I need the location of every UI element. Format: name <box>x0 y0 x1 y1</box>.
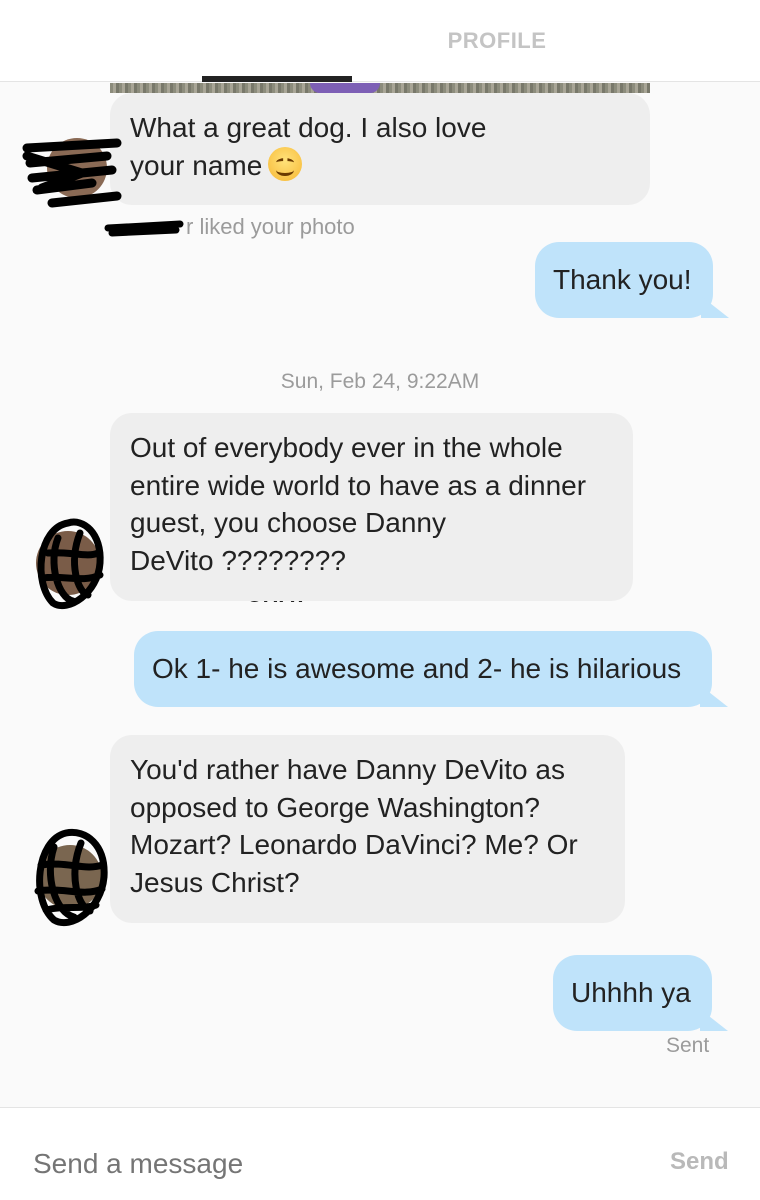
message-line: You'd rather have Danny DeVito as <box>130 754 565 785</box>
message-line: guest, you choose Danny <box>130 507 446 538</box>
outgoing-message: Thank you! <box>535 242 713 318</box>
tab-profile[interactable]: PROFILE <box>422 0 572 82</box>
redacted-name <box>104 216 184 240</box>
message-text: Uhhhh ya <box>571 977 691 1008</box>
shared-photo-preview[interactable] <box>110 83 650 93</box>
redacted-avatar[interactable] <box>22 128 122 213</box>
message-line: opposed to George Washington? <box>130 791 540 823</box>
incoming-message: You'd rather have Danny DeVito as oppose… <box>110 735 625 923</box>
message-input[interactable] <box>33 1148 633 1180</box>
message-text: Ok 1- he is awesome and 2- he is hilario… <box>152 653 682 684</box>
incoming-message: Out of everybody ever in the whole entir… <box>110 413 633 601</box>
incoming-message: What a great dog. I also love your name <box>110 93 650 205</box>
redacted-avatar[interactable] <box>28 513 108 613</box>
message-line: Out of everybody ever in the whole <box>130 432 563 463</box>
message-text: Thank you! <box>553 264 692 295</box>
message-composer: Send <box>0 1107 760 1200</box>
tab-bar: CHAT PROFILE <box>0 0 760 607</box>
message-line: DeVito ???????? <box>130 544 346 576</box>
smiling-face-icon <box>268 146 303 181</box>
send-button[interactable]: Send <box>670 1148 729 1176</box>
message-timestamp: Sun, Feb 24, 9:22AM <box>280 370 480 393</box>
outgoing-message: Uhhhh ya <box>553 955 712 1031</box>
message-line: Mozart? Leonardo DaVinci? Me? Or <box>130 829 578 860</box>
message-line: What a great dog. I also love <box>130 112 487 143</box>
photo-detail <box>310 83 380 93</box>
liked-photo-notice: r liked your photo <box>186 214 355 239</box>
sent-status: Sent <box>666 1034 710 1057</box>
active-tab-indicator <box>202 76 352 82</box>
message-line: Jesus Christ? <box>130 866 300 898</box>
redacted-avatar[interactable] <box>26 825 110 930</box>
chat-thread[interactable]: What a great dog. I also love your name … <box>0 83 760 1107</box>
message-line: your name <box>130 149 263 181</box>
message-line: entire wide world to have as a dinner <box>130 469 587 501</box>
outgoing-message: Ok 1- he is awesome and 2- he is hilario… <box>134 631 712 707</box>
